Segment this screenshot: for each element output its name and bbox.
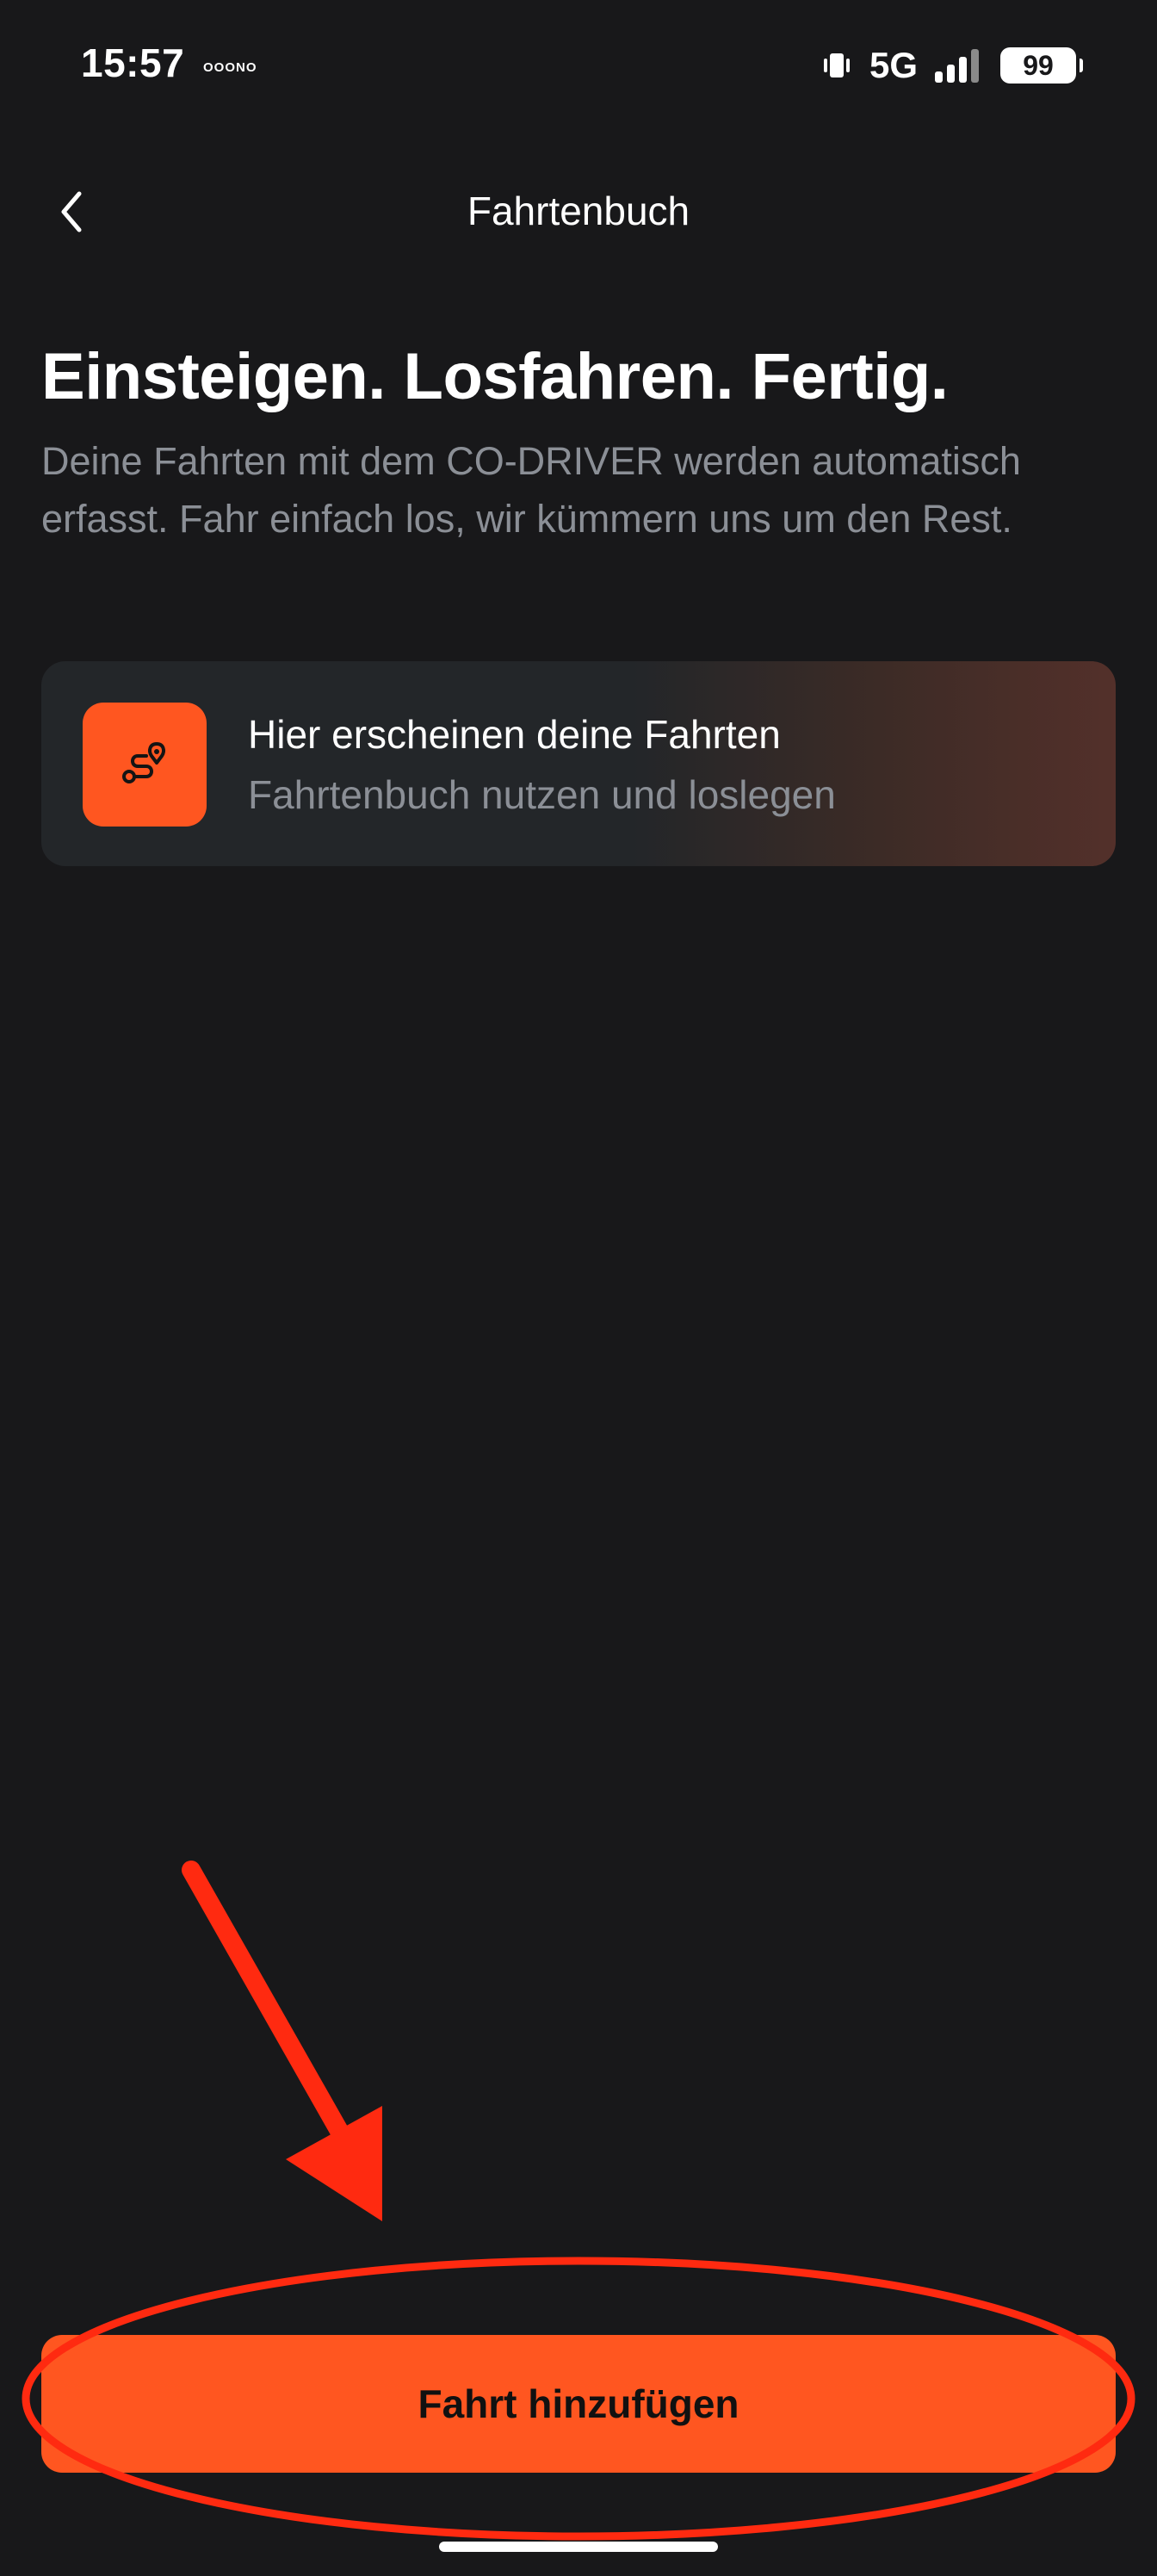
route-icon-tile: [83, 703, 207, 827]
vibrate-icon: [820, 48, 854, 83]
page-title: Fahrtenbuch: [467, 189, 690, 233]
battery-icon: 99: [1000, 47, 1083, 84]
signal-icon: [933, 47, 985, 84]
network-type: 5G: [869, 45, 918, 85]
carrier-label: OOONO: [203, 60, 257, 75]
empty-state-subtitle: Fahrtenbuch nutzen und loslegen: [248, 772, 836, 817]
empty-state-title: Hier erscheinen deine Fahrten: [248, 712, 781, 757]
add-trip-button[interactable]: Fahrt hinzufügen: [41, 2335, 1116, 2473]
home-indicator: [439, 2542, 718, 2552]
annotation-arrow: [182, 1861, 382, 2221]
status-indicators: 5G 99: [820, 43, 1083, 88]
hero-description: Deine Fahrten mit dem CO-DRIVER werden a…: [41, 439, 1021, 541]
status-time: 15:57: [81, 40, 185, 85]
trips-empty-state-card: Hier erscheinen deine Fahrten Fahrtenbuc…: [41, 661, 1116, 866]
hero-title: Einsteigen. Losfahren. Fertig.: [41, 340, 949, 413]
route-icon: [117, 735, 172, 795]
